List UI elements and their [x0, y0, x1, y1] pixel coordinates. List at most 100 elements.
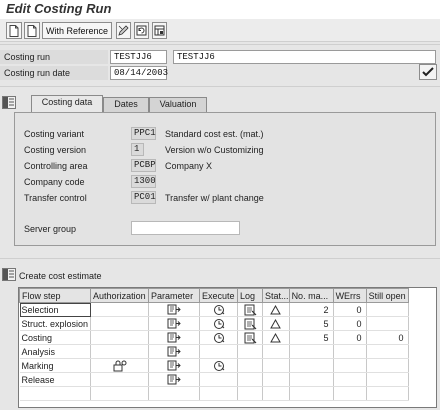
confirm-checkmark-button[interactable]	[419, 64, 437, 80]
server-group-input[interactable]	[131, 221, 240, 235]
auth-cell[interactable]	[90, 372, 150, 387]
log-icon[interactable]	[244, 304, 257, 315]
log-cell[interactable]	[237, 372, 264, 387]
authorization-lock-icon[interactable]	[113, 360, 127, 371]
still-open-cell[interactable]	[366, 372, 409, 387]
log-cell[interactable]	[237, 330, 264, 345]
param-cell[interactable]	[148, 344, 201, 359]
status-cell[interactable]	[262, 358, 290, 373]
param-cell[interactable]	[148, 316, 201, 331]
log-cell[interactable]	[237, 358, 264, 373]
werrs-cell[interactable]: 0	[333, 302, 367, 317]
status-cell[interactable]	[262, 302, 290, 317]
status-cell[interactable]	[262, 330, 290, 345]
table-row[interactable]: Costing 5 0 0	[19, 330, 409, 345]
table-row[interactable]: Release	[19, 372, 409, 387]
no-materials-cell[interactable]: 5	[289, 316, 334, 331]
no-materials-cell[interactable]: 5	[289, 330, 334, 345]
col-header-flow-step[interactable]: Flow step	[19, 288, 92, 303]
col-header-werrs[interactable]: WErrs	[332, 288, 367, 303]
auth-cell[interactable]	[90, 316, 150, 331]
costing-variant-field[interactable]: PPC1	[131, 127, 156, 140]
parameter-icon[interactable]	[167, 360, 181, 371]
still-open-cell[interactable]	[366, 344, 409, 359]
flow-step-cell[interactable]: Release	[19, 372, 92, 387]
col-header-status[interactable]: Stat...	[262, 288, 290, 303]
execute-clock-icon[interactable]	[213, 304, 225, 315]
company-code-field[interactable]: 1300	[131, 175, 156, 188]
refresh-icon[interactable]	[134, 22, 149, 39]
still-open-cell[interactable]	[366, 358, 409, 373]
controlling-area-field[interactable]: PCBP	[131, 159, 156, 172]
table-row[interactable]: Analysis	[19, 344, 409, 359]
exec-cell[interactable]	[199, 302, 239, 317]
with-reference-button[interactable]: With Reference	[42, 22, 112, 39]
auth-cell[interactable]	[90, 330, 150, 345]
parameter-icon[interactable]	[167, 304, 181, 315]
still-open-cell[interactable]: 0	[366, 330, 409, 345]
no-materials-cell[interactable]	[289, 358, 334, 373]
status-cell[interactable]	[262, 344, 290, 359]
new-document-icon[interactable]	[6, 22, 22, 39]
execute-clock-icon[interactable]	[213, 318, 225, 329]
panel-toggle-icon[interactable]	[2, 268, 16, 281]
tab-costing-data[interactable]: Costing data	[31, 95, 103, 113]
exec-cell[interactable]	[199, 344, 239, 359]
costing-version-field[interactable]: 1	[131, 143, 144, 156]
exec-cell[interactable]	[199, 330, 239, 345]
param-cell[interactable]	[148, 372, 201, 387]
no-materials-cell[interactable]	[289, 344, 334, 359]
status-triangle-icon[interactable]	[270, 318, 282, 329]
table-row[interactable]: Marking	[19, 358, 409, 373]
parameter-icon[interactable]	[167, 318, 181, 329]
costing-run-field[interactable]: TESTJJ6	[110, 50, 167, 64]
param-cell[interactable]	[148, 330, 201, 345]
parameter-icon[interactable]	[167, 374, 181, 385]
log-cell[interactable]	[237, 302, 264, 317]
status-cell[interactable]	[262, 372, 290, 387]
flow-step-cell[interactable]: Analysis	[19, 344, 92, 359]
werrs-cell[interactable]: 0	[333, 316, 367, 331]
table-row[interactable]: Struct. explosion 5 0	[19, 316, 409, 331]
auth-cell[interactable]	[90, 344, 150, 359]
col-header-still-open[interactable]: Still open	[365, 288, 409, 303]
werrs-cell[interactable]: 0	[333, 330, 367, 345]
settings-table-icon[interactable]	[152, 22, 167, 39]
col-header-parameter[interactable]: Parameter	[148, 288, 201, 303]
col-header-log[interactable]: Log	[237, 288, 264, 303]
execute-clock-icon[interactable]	[213, 332, 225, 343]
copy-document-icon[interactable]	[24, 22, 40, 39]
param-cell[interactable]	[148, 358, 201, 373]
costing-run-description-field[interactable]: TESTJJ6	[173, 50, 436, 64]
flow-step-cell[interactable]: Selection	[19, 302, 92, 317]
edit-pencil-icon[interactable]	[116, 22, 131, 39]
costing-run-date-field[interactable]: 08/14/2003	[110, 66, 168, 80]
no-materials-cell[interactable]	[289, 372, 334, 387]
flow-step-cell[interactable]: Marking	[19, 358, 92, 373]
exec-cell[interactable]	[199, 316, 239, 331]
werrs-cell[interactable]	[333, 358, 367, 373]
status-triangle-icon[interactable]	[270, 332, 282, 343]
log-cell[interactable]	[237, 316, 264, 331]
log-icon[interactable]	[244, 318, 257, 329]
werrs-cell[interactable]	[333, 372, 367, 387]
log-icon[interactable]	[244, 332, 257, 343]
col-header-authorization[interactable]: Authorization	[90, 288, 150, 303]
tab-dates[interactable]: Dates	[103, 97, 149, 112]
status-triangle-icon[interactable]	[270, 304, 282, 315]
col-header-execute[interactable]: Execute	[199, 288, 239, 303]
still-open-cell[interactable]	[366, 302, 409, 317]
table-row[interactable]: Selection 2 0	[19, 302, 409, 317]
parameter-icon[interactable]	[167, 332, 181, 343]
panel-toggle-icon[interactable]	[2, 96, 16, 109]
transfer-control-field[interactable]: PC01	[131, 191, 156, 204]
col-header-no-materials[interactable]: No. ma...	[288, 288, 334, 303]
werrs-cell[interactable]	[333, 344, 367, 359]
auth-cell[interactable]	[90, 358, 150, 373]
tab-valuation[interactable]: Valuation	[149, 97, 207, 112]
flow-step-cell[interactable]: Costing	[19, 330, 92, 345]
no-materials-cell[interactable]: 2	[289, 302, 334, 317]
auth-cell[interactable]	[90, 302, 150, 317]
exec-cell[interactable]	[199, 372, 239, 387]
exec-cell[interactable]	[199, 358, 239, 373]
